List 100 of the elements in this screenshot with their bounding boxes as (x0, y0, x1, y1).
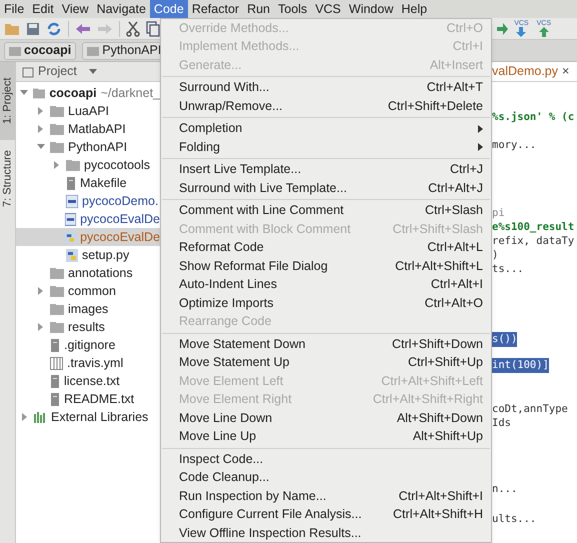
expanded-arrow-icon[interactable] (37, 144, 45, 150)
close-button[interactable]: × (562, 62, 570, 81)
panel-title: Project (38, 63, 77, 80)
tree-item[interactable]: MatlabAPI (16, 120, 160, 138)
notebook-icon (65, 212, 76, 226)
folder-icon (50, 268, 64, 278)
code-line: refix, dataTy (492, 234, 574, 249)
item-label: annotations (68, 264, 133, 282)
tree-item[interactable]: annotations (16, 264, 160, 282)
item-label: common (68, 282, 116, 300)
code-line: Ids (492, 416, 511, 431)
menu-item[interactable]: View Offline Inspection Results... (161, 524, 491, 542)
code-line: mory... (492, 138, 536, 153)
item-label: license.txt (64, 372, 120, 390)
menu-item[interactable]: Move Statement Up Ctrl+Shift+Up (161, 354, 491, 372)
code-line: coDt,annType (492, 402, 568, 417)
tree-item[interactable]: Makefile (16, 174, 160, 192)
menu-item[interactable]: Move Line Down Alt+Shift+Down (161, 409, 491, 428)
folder-icon (50, 142, 64, 152)
menu-item[interactable]: Move Line Up Alt+Shift+Up (161, 428, 491, 446)
collapsed-arrow-icon[interactable] (38, 287, 44, 295)
collapsed-arrow-icon[interactable] (38, 323, 44, 331)
menu-item[interactable]: Auto-Indent Lines Ctrl+Alt+I (161, 276, 491, 294)
tree-item[interactable]: license.txt (16, 372, 160, 390)
tree-item[interactable]: results (16, 318, 160, 336)
save-icon[interactable] (26, 22, 40, 36)
menu-item[interactable]: Edit (28, 0, 58, 18)
menu-item[interactable]: View (58, 0, 93, 18)
arrow-icon[interactable] (496, 22, 508, 36)
menu-item[interactable]: Inspect Code... (161, 450, 491, 468)
menu-item[interactable]: Help (397, 0, 432, 18)
menu-item[interactable]: Navigate (92, 0, 150, 18)
item-label: pycocoEvalDe (80, 210, 160, 228)
menu-item[interactable]: Window (344, 0, 398, 18)
code-line: ults... (492, 512, 536, 527)
menu-item[interactable]: Tools (274, 0, 312, 18)
tree-item[interactable]: pycocotools (16, 156, 160, 174)
tree-item[interactable]: README.txt (16, 390, 160, 408)
tree-item[interactable]: cocoapi ~/darknet_ (16, 84, 160, 102)
sync-icon[interactable] (46, 20, 62, 36)
menu-item[interactable]: VCS (311, 0, 345, 18)
menu-item[interactable]: Show Reformat File Dialog Ctrl+Alt+Shift+L (161, 257, 491, 276)
tree-item[interactable]: External Libraries (16, 408, 160, 426)
folder-icon (66, 160, 80, 170)
menu-item[interactable]: Run (243, 0, 274, 18)
menu-item[interactable]: Optimize Imports Ctrl+Alt+O (161, 294, 491, 312)
table-file-icon (50, 356, 63, 370)
folder-icon (50, 124, 64, 134)
folder-icon (50, 304, 64, 314)
tree-item[interactable]: pycocoDemo. (16, 192, 160, 210)
collapsed-arrow-icon[interactable] (38, 107, 44, 115)
menu-item[interactable]: Code (150, 0, 188, 18)
menu-item[interactable]: Refactor (188, 0, 244, 18)
tree-item[interactable]: LuaAPI (16, 102, 160, 120)
menu-item[interactable]: File (0, 0, 28, 18)
item-label: README.txt (64, 390, 134, 408)
folder-icon (50, 106, 64, 116)
undo-icon[interactable] (75, 22, 91, 36)
item-label: results (68, 318, 105, 336)
side-tab[interactable]: 7: Structure (0, 140, 15, 218)
tree-item[interactable]: common (16, 282, 160, 300)
item-label: images (68, 300, 108, 318)
file-icon (50, 374, 60, 388)
menu-item[interactable]: Insert Live Template... Ctrl+J (161, 160, 491, 179)
file-icon (50, 392, 60, 406)
collapsed-arrow-icon[interactable] (38, 125, 44, 133)
folder-icon (50, 322, 64, 332)
collapsed-arrow-icon[interactable] (54, 161, 60, 169)
tree-item[interactable]: pycocoEvalDe (16, 210, 160, 228)
menu-item[interactable]: Surround With... Ctrl+Alt+T (161, 78, 491, 97)
expanded-arrow-icon[interactable] (20, 90, 28, 96)
code-line: ) (492, 248, 498, 263)
tree-item[interactable]: images (16, 300, 160, 318)
tree-item[interactable]: PythonAPI (16, 138, 160, 156)
dropdown-icon[interactable] (88, 68, 97, 74)
breadcrumb[interactable]: cocoapi (4, 42, 76, 60)
folder-icon[interactable] (4, 22, 20, 36)
menu-item[interactable]: Completion (161, 120, 491, 138)
menu-item[interactable]: Comment with Line Comment Ctrl+Slash (161, 202, 491, 220)
menu-item[interactable]: Folding (161, 138, 491, 156)
menu-item[interactable]: Reformat Code Ctrl+Alt+L (161, 238, 491, 257)
tree-item[interactable]: setup.py (16, 246, 160, 264)
side-tab[interactable]: 1: Project (0, 62, 15, 140)
menu-item[interactable]: Configure Current File Analysis... Ctrl+Alt+Shift+H (161, 506, 491, 524)
copy-icon[interactable] (146, 20, 160, 36)
library-icon (34, 411, 47, 423)
menu-item[interactable]: Unwrap/Remove... Ctrl+Shift+Delete (161, 97, 491, 116)
folder-icon (32, 88, 46, 98)
item-label: cocoapi (49, 84, 97, 102)
menu-item[interactable]: Move Statement Down Ctrl+Shift+Down (161, 335, 491, 354)
collapsed-arrow-icon[interactable] (22, 413, 28, 421)
menu-item[interactable]: Code Cleanup... (161, 468, 491, 487)
scissors-icon[interactable] (126, 20, 140, 36)
tree-item[interactable]: .gitignore (16, 336, 160, 354)
item-label: PythonAPI (68, 138, 128, 156)
menu-item[interactable]: Run Inspection by Name... Ctrl+Alt+Shift+I (161, 487, 491, 506)
notebook-icon (66, 194, 78, 208)
tree-item[interactable]: .travis.yml (16, 354, 160, 372)
code-line: e%s100_result (492, 220, 574, 235)
menu-item[interactable]: Surround with Live Template... Ctrl+Alt+J (161, 179, 491, 198)
